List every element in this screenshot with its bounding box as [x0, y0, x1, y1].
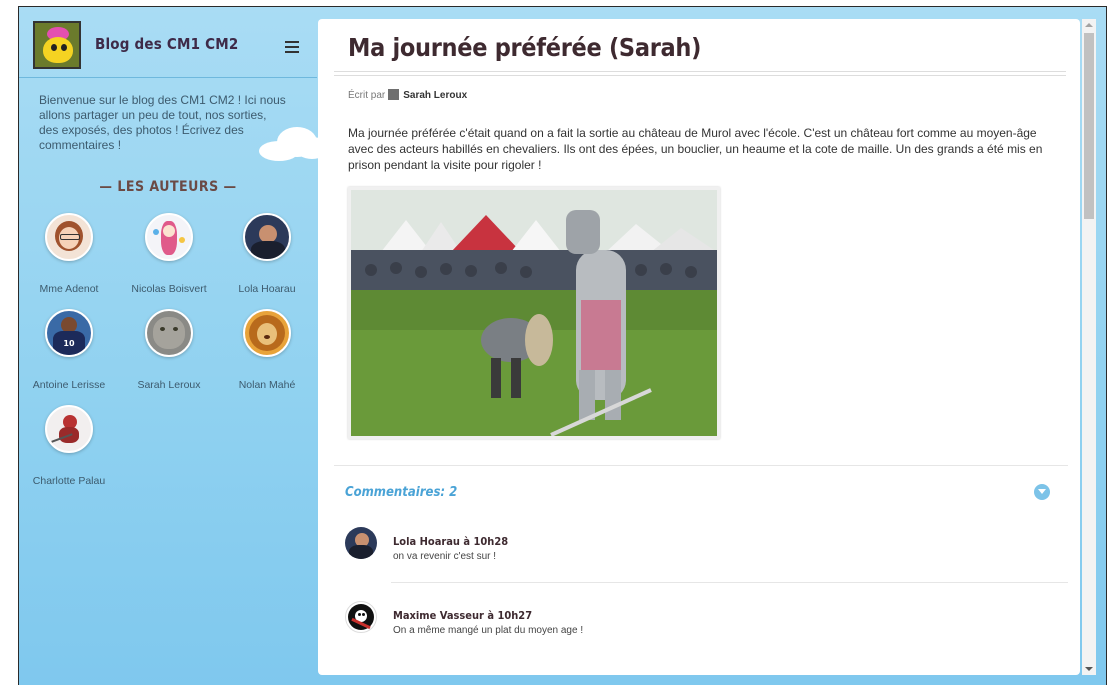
cloud-decoration [249, 117, 329, 167]
byline: Écrit par Sarah Leroux [348, 89, 467, 101]
scrollbar-thumb[interactable] [1084, 33, 1094, 219]
avatar [243, 309, 291, 357]
scroll-down-icon[interactable] [1085, 667, 1093, 671]
browser-frame: Blog des CM1 CM2 Bienvenue sur le blog d… [18, 6, 1107, 685]
scrollbar[interactable] [1082, 19, 1096, 675]
avatar [145, 213, 193, 261]
author-name: Antoine Lerisse [32, 379, 106, 391]
avatar [45, 213, 93, 261]
comment-author: Lola Hoarau à 10h28 [393, 535, 509, 548]
authors-heading: — LES AUTEURS — [99, 179, 237, 195]
avatar: 10 [45, 309, 93, 357]
post-panel: Ma journée préférée (Sarah) Écrit par Sar… [318, 19, 1080, 675]
author-charlotte-palau[interactable]: Charlotte Palau [19, 405, 119, 487]
author-name: Sarah Leroux [137, 379, 201, 391]
author-name: Nicolas Boisvert [131, 283, 207, 295]
author-nicolas-boisvert[interactable]: Nicolas Boisvert [119, 213, 219, 295]
avatar [145, 309, 193, 357]
blog-title[interactable]: Blog des CM1 CM2 [95, 35, 238, 53]
author-link[interactable]: Sarah Leroux [403, 90, 467, 101]
author-mme-adenot[interactable]: Mme Adenot [19, 213, 119, 295]
comment-text: On a même mangé un plat du moyen age ! [393, 625, 584, 636]
title-divider [334, 71, 1066, 76]
author-name: Lola Hoarau [238, 283, 296, 295]
comment-avatar [345, 527, 377, 559]
author-sarah-leroux[interactable]: Sarah Leroux [119, 309, 219, 391]
sidebar: Blog des CM1 CM2 Bienvenue sur le blog d… [19, 7, 329, 685]
comments-toggle[interactable]: Commentaires: 2 [345, 485, 457, 500]
avatar [243, 213, 291, 261]
author-lola-hoarau[interactable]: Lola Hoarau [217, 213, 317, 295]
author-name: Nolan Mahé [238, 379, 296, 391]
comment-text: on va revenir c'est sur ! [393, 551, 497, 562]
author-antoine-lerisse[interactable]: 10 Antoine Lerisse [19, 309, 119, 391]
hamburger-menu-icon[interactable] [285, 41, 299, 53]
author-nolan-mahe[interactable]: Nolan Mahé [217, 309, 317, 391]
chevron-down-icon[interactable] [1034, 484, 1050, 500]
byline-prefix: Écrit par [348, 90, 386, 101]
author-mini-avatar [388, 89, 400, 100]
author-name: Charlotte Palau [32, 475, 106, 487]
post-photo[interactable] [348, 187, 720, 439]
comments-divider [334, 465, 1068, 466]
comment-avatar [345, 601, 377, 633]
comment-divider [391, 582, 1068, 583]
comment-author: Maxime Vasseur à 10h27 [393, 609, 533, 622]
sidebar-header: Blog des CM1 CM2 [19, 7, 317, 78]
scroll-up-icon[interactable] [1085, 23, 1093, 27]
blog-logo[interactable] [33, 21, 81, 69]
post-body: Ma journée préférée c'était quand on a f… [348, 126, 1043, 172]
post-title: Ma journée préférée (Sarah) [348, 33, 702, 62]
author-name: Mme Adenot [39, 283, 99, 295]
avatar [45, 405, 93, 453]
